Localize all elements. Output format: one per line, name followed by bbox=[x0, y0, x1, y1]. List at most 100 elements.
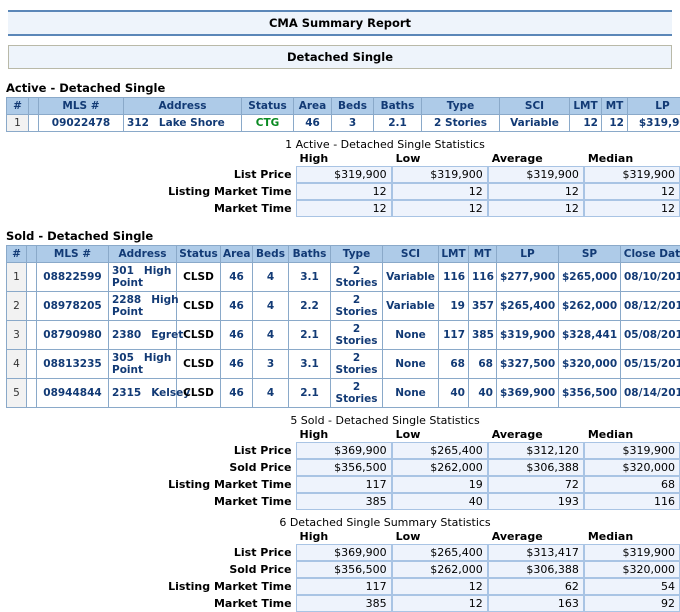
stats-value: 12 bbox=[488, 200, 584, 217]
cell-mls[interactable]: 08978205 bbox=[37, 292, 109, 321]
cell-lmt: 40 bbox=[439, 379, 469, 408]
stats-value: $319,900 bbox=[488, 166, 584, 183]
col-lp: LP bbox=[497, 246, 559, 263]
cell-lmt: 116 bbox=[439, 263, 469, 292]
cell-baths: 3.1 bbox=[289, 263, 331, 292]
col-close-date: Close Date bbox=[621, 246, 680, 263]
cell-type: 2 Stories bbox=[331, 292, 383, 321]
cell-beds: 4 bbox=[253, 379, 289, 408]
stats-row: Listing Market Time117126254 bbox=[152, 578, 680, 595]
cell-mls[interactable]: 08822599 bbox=[37, 263, 109, 292]
report-title: CMA Summary Report bbox=[8, 10, 672, 36]
table-row[interactable]: 3087909802380EgretCLSD4642.12 StoriesNon… bbox=[7, 321, 680, 350]
stats-row-label: List Price bbox=[152, 166, 296, 183]
cell-area: 46 bbox=[221, 263, 253, 292]
cell-lp: $265,400 bbox=[497, 292, 559, 321]
col-beds: Beds bbox=[253, 246, 289, 263]
col-sp: SP bbox=[559, 246, 621, 263]
cell-mls[interactable]: 08944844 bbox=[37, 379, 109, 408]
cell-mls[interactable]: 08813235 bbox=[37, 350, 109, 379]
stats-value: 12 bbox=[392, 578, 488, 595]
stats-value: $306,388 bbox=[488, 459, 584, 476]
cell-area: 46 bbox=[221, 321, 253, 350]
cell-status: CTG bbox=[242, 115, 294, 132]
row-spacer bbox=[29, 115, 39, 132]
stats-row-label: List Price bbox=[152, 544, 296, 561]
stats-value: $312,120 bbox=[488, 442, 584, 459]
cell-sci: None bbox=[383, 321, 439, 350]
cell-mls[interactable]: 08790980 bbox=[37, 321, 109, 350]
col-spacer bbox=[29, 98, 39, 115]
stats-col-average: Average bbox=[488, 530, 584, 544]
cell-lmt: 12 bbox=[570, 115, 602, 132]
stats-value: $320,000 bbox=[584, 561, 680, 578]
cell-baths: 3.1 bbox=[289, 350, 331, 379]
sold-stats-table: High Low Average Median List Price$369,9… bbox=[152, 428, 680, 510]
stats-value: $306,388 bbox=[488, 561, 584, 578]
stats-value: 12 bbox=[584, 200, 680, 217]
cell-type: 2 Stories bbox=[331, 321, 383, 350]
stats-value: 12 bbox=[296, 200, 392, 217]
cell-sci: None bbox=[383, 379, 439, 408]
cell-type: 2 Stories bbox=[331, 263, 383, 292]
stats-col-high: High bbox=[296, 530, 392, 544]
table-row[interactable]: 408813235305High PointCLSD4633.12 Storie… bbox=[7, 350, 680, 379]
col-status: Status bbox=[177, 246, 221, 263]
cell-lmt: 117 bbox=[439, 321, 469, 350]
stats-row: Market Time3851216392 bbox=[152, 595, 680, 612]
cell-address: 312Lake Shore bbox=[124, 115, 242, 132]
cell-mls[interactable]: 09022478 bbox=[39, 115, 124, 132]
col-sci: SCI bbox=[383, 246, 439, 263]
stats-value: 92 bbox=[584, 595, 680, 612]
stats-value: $262,000 bbox=[392, 561, 488, 578]
stats-value: 72 bbox=[488, 476, 584, 493]
stats-col-high: High bbox=[296, 152, 392, 166]
cell-status: CLSD bbox=[177, 263, 221, 292]
table-row[interactable]: 1 09022478 312Lake Shore CTG 46 3 2.1 2 … bbox=[7, 115, 680, 132]
cell-type: 2 Stories bbox=[331, 379, 383, 408]
cell-sci: Variable bbox=[383, 263, 439, 292]
table-row[interactable]: 5089448442315KelseyCLSD4642.12 StoriesNo… bbox=[7, 379, 680, 408]
stats-row-label: Sold Price bbox=[152, 459, 296, 476]
row-spacer bbox=[27, 350, 37, 379]
cell-lp: $277,900 bbox=[497, 263, 559, 292]
stats-col-low: Low bbox=[392, 530, 488, 544]
sold-stats-header-row: High Low Average Median bbox=[152, 428, 680, 442]
stats-value: $265,400 bbox=[392, 544, 488, 561]
stats-value: $319,900 bbox=[392, 166, 488, 183]
stats-col-median: Median bbox=[584, 530, 680, 544]
cell-sp: $262,000 bbox=[559, 292, 621, 321]
active-section-heading: Active - Detached Single bbox=[6, 81, 680, 95]
table-row[interactable]: 2089782052288High PointCLSD4642.22 Stori… bbox=[7, 292, 680, 321]
address-number: 2315 bbox=[112, 387, 141, 399]
stats-row: List Price$369,900$265,400$312,120$319,9… bbox=[152, 442, 680, 459]
active-stats-caption: 1 Active - Detached Single Statistics bbox=[0, 138, 680, 151]
col-address: Address bbox=[109, 246, 177, 263]
col-sci: SCI bbox=[500, 98, 570, 115]
stats-value: 12 bbox=[392, 595, 488, 612]
cell-area: 46 bbox=[221, 292, 253, 321]
stats-value: $320,000 bbox=[584, 459, 680, 476]
stats-row: List Price $319,900 $319,900 $319,900 $3… bbox=[152, 166, 680, 183]
summary-stats-header-row: High Low Average Median bbox=[152, 530, 680, 544]
cell-baths: 2.2 bbox=[289, 292, 331, 321]
stats-col-average: Average bbox=[488, 428, 584, 442]
stats-value: 62 bbox=[488, 578, 584, 595]
stats-row: List Price$369,900$265,400$313,417$319,9… bbox=[152, 544, 680, 561]
stats-row: Sold Price$356,500$262,000$306,388$320,0… bbox=[152, 561, 680, 578]
stats-value: $356,500 bbox=[296, 561, 392, 578]
cell-lp: $319,900 bbox=[628, 115, 680, 132]
table-row[interactable]: 108822599301High PointCLSD4643.12 Storie… bbox=[7, 263, 680, 292]
stats-row-label: Listing Market Time bbox=[152, 578, 296, 595]
stats-row-label: Market Time bbox=[152, 493, 296, 510]
cell-mt: 116 bbox=[469, 263, 497, 292]
cell-address: 2288High Point bbox=[109, 292, 177, 321]
cell-type: 2 Stories bbox=[331, 350, 383, 379]
col-lp: LP bbox=[628, 98, 680, 115]
cell-lp: $327,500 bbox=[497, 350, 559, 379]
cell-status: CLSD bbox=[177, 321, 221, 350]
cell-address: 305High Point bbox=[109, 350, 177, 379]
stats-value: $319,900 bbox=[296, 166, 392, 183]
cell-status: CLSD bbox=[177, 379, 221, 408]
cell-sp: $356,500 bbox=[559, 379, 621, 408]
